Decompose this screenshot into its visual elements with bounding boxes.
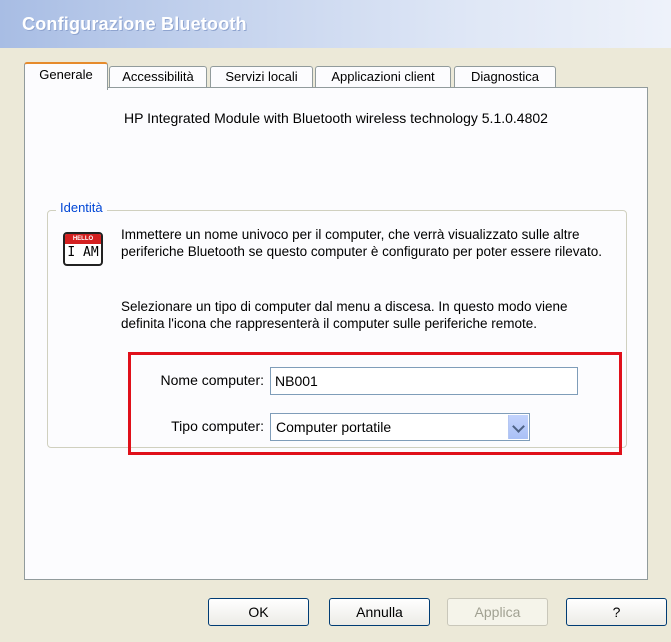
window-title: Configurazione Bluetooth — [22, 14, 247, 34]
product-name: HP Integrated Module with Bluetooth wire… — [124, 110, 548, 126]
badge-big-text: I AM — [67, 245, 99, 260]
tab-servizi-locali[interactable]: Servizi locali — [210, 66, 313, 87]
chevron-down-icon — [512, 420, 525, 433]
identity-legend: Identità — [56, 200, 107, 215]
bluetooth-config-window: Configurazione Bluetooth Generale Access… — [0, 0, 671, 642]
computer-type-value: Computer portatile — [276, 419, 392, 435]
dropdown-button[interactable] — [508, 415, 528, 439]
ok-button[interactable]: OK — [208, 598, 309, 626]
computer-name-input[interactable]: NB001 — [270, 367, 578, 395]
computer-type-select[interactable]: Computer portatile — [270, 413, 530, 441]
title-bar: Configurazione Bluetooth — [0, 0, 671, 48]
computer-type-label: Tipo computer: — [171, 418, 264, 434]
hello-i-am-badge-icon: HELLO I AM — [63, 232, 103, 266]
tab-accessibilita[interactable]: Accessibilità — [109, 66, 207, 87]
computer-type-description: Selezionare un tipo di computer dal menu… — [121, 299, 568, 331]
badge-small-text: HELLO — [72, 236, 94, 242]
tab-diagnostica[interactable]: Diagnostica — [454, 66, 556, 87]
tab-generale[interactable]: Generale — [24, 62, 108, 90]
tab-applicazioni-client[interactable]: Applicazioni client — [315, 66, 451, 87]
cancel-button[interactable]: Annulla — [329, 598, 430, 626]
computer-name-label: Nome computer: — [160, 372, 264, 388]
tab-panel-generale: HP Integrated Module with Bluetooth wire… — [24, 87, 648, 580]
help-button[interactable]: ? — [566, 598, 667, 626]
identity-description: Immettere un nome univoco per il compute… — [121, 227, 603, 259]
apply-button[interactable]: Applica — [447, 598, 548, 626]
